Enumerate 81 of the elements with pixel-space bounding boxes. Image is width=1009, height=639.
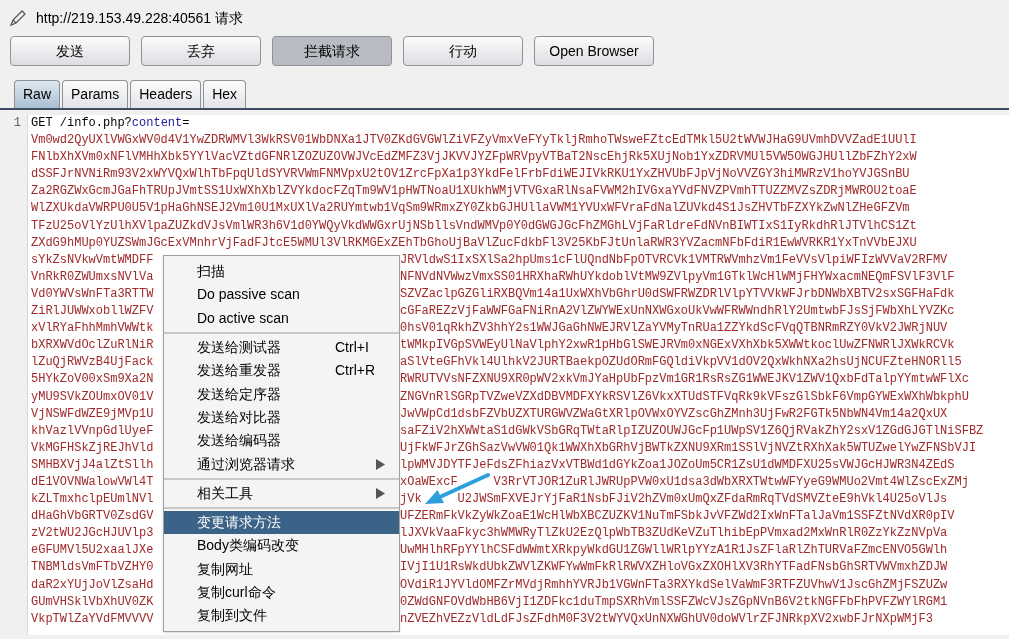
line-number: 1 bbox=[13, 116, 21, 130]
encoded-text-line: lJXVkVaaFkyc3hWMWRyTlZkU2EzQlpWbTB3ZUdKeVZuTlhibEpPVmxad2MxWnRlR0ZzYkZzNVpVa bbox=[400, 525, 948, 543]
encoded-text-line: Vm0wd2QyUXlVWGxWV0d4V1YwZDRWMVl3WkRSV01WbDNXa1JTV0ZKdGVGWlZiVFZyVmxVeFYyTkljRmhoTWsweFZtcEdTMkl5U2tWVWJHaG9UVmhDVVZadE1UUlI bbox=[31, 132, 917, 150]
toolbar-button[interactable]: 拦截请求 bbox=[272, 36, 392, 66]
toolbar-button[interactable]: 发送 bbox=[10, 36, 130, 66]
encoded-text-line: GUmVHSklVbXhUV0ZK bbox=[31, 594, 154, 609]
encoded-text-line: sYkZsNVkwVmtWMDFF bbox=[31, 252, 154, 267]
window-title: http://219.153.49.228:40561 请求 bbox=[36, 8, 244, 28]
encoded-text-line: UwMHlhRFpYYlhCSFdWWmtXRkpyWkdGU1ZGWllWRlpYYzA1R1JsZFlaRlZhTURVaFZmcENVO5GWlh bbox=[400, 542, 948, 560]
encoded-text-line: dE1VOVNWalowVWl4T bbox=[31, 474, 154, 489]
encoded-text-line: JRVldwS1IxSXlSa2hpUms1cFlUQndNbFpOTVRCVk1VMTRWVmhzVm1FeVVsVlpiWFIzWVVaV2RFMV bbox=[400, 251, 948, 269]
menu-item[interactable]: 相关工具 bbox=[164, 481, 399, 505]
encoded-text-line: bXRXWVdOclZuRlNiR bbox=[31, 338, 154, 353]
encoded-text-line: OVdiR1JYVldOMFZrMVdjRmhhYVRJb1VGWnFTa3RXYkdSelVaWmF3RTFZUVhwV1JscGhZMjFSZUZw bbox=[400, 576, 948, 594]
encoded-text-line: Vd0YWVsWnFTa3RTTW bbox=[31, 286, 154, 301]
encoded-text-line: 0hsV01qRkhZV3hhY2s1WWJGaGhNWEJRVlZaYVMyTnRUa1ZZYkdScFVqQTBNRmRZY0VkV2JWRjNUV bbox=[400, 320, 948, 338]
menu-item[interactable]: Do active scan bbox=[164, 306, 399, 330]
encoded-text-line: ZXdG9hMUp0YUZSWmJGcExVMnhrVjFadFJtcE5WMUl3VlRKMGExZEhTbGhoUjBaVlZucFdkbFl3V25KbFJtUnlaRWR3YVZacmNFbFdiR1EwWVRKR1YxTnVVbEJXU bbox=[31, 234, 917, 252]
menu-item[interactable]: 发送给对比器 bbox=[164, 405, 399, 430]
menu-item[interactable]: 变更请求方法 bbox=[164, 510, 399, 535]
menu-item[interactable]: 发送给编码器 bbox=[164, 429, 399, 453]
encoded-text-line: yMU9SVkZOUmxOV01V bbox=[31, 389, 154, 404]
encoded-text-line: RWRUTVVsNFZXNU9XR0pWV2xkVmJYaHpUbFpzVm1GR1RsRsZG1WWEJKV1ZWV1QxbFdTalpYYmtwWFlXc bbox=[400, 371, 969, 389]
toolbar-button[interactable]: Open Browser bbox=[534, 36, 654, 66]
encoded-text-line: nZVEZhVEZzVldLdFJsZFdhM0F3V2tWYVQxUnNXWGhUV0doWVlrZFJNRkpXV2xwbFJrNXpWMjF3 bbox=[400, 610, 933, 628]
encoded-text-line: 0ZWdGNFOVdWbHB6VjI1ZDFkc1duTmpSXRhVmlSSFZWcVJsZGpNVnB6V2tkNGFFbFhPVFZWYlRGM1 bbox=[400, 593, 948, 611]
encoded-text-line: kZLTmxhclpEUmlNVl bbox=[31, 492, 154, 507]
encoded-text-line: dHaGhVbGRTV0ZsdGV bbox=[31, 509, 154, 524]
encoded-text-line: TNBMldsVmFTbVZHY0 bbox=[31, 560, 154, 575]
encoded-text-line: UjFkWFJrZGhSazVwVW01Qk1WWXhXbGRhVjBWTkZXNU9XRm1SSlVjNVZtRXhXak5WTUZwelYwZFNSbVJI bbox=[400, 439, 977, 457]
pencil-icon bbox=[8, 8, 28, 28]
toolbar-button[interactable]: 丢弃 bbox=[141, 36, 261, 66]
encoded-text-line: VkMGFHSkZjREJhVld bbox=[31, 440, 154, 455]
tab[interactable]: Raw bbox=[14, 80, 60, 108]
encoded-text-line: ZNGVnRlSGRpTVZweVZXdDBVMDFXYkRSVlZ6VkxXTUdSTFVqRk9kVFszGlSbkF6VmpGYWExWXhWbkphU bbox=[400, 388, 969, 406]
encoded-text-line: saFZiV2hXWWtaS1dGWkVSbGRqTWtaRlpIZUZOUWJGcFp1UWpSV1Z6QjRVakZhY2sxV1ZGdGJGTlNiSFBZ bbox=[400, 422, 984, 440]
encoded-text-line: lZuQjRWVzB4UjFack bbox=[31, 355, 154, 370]
encoded-text-line: 5HYkZoV00xSm9Xa2N bbox=[31, 372, 154, 387]
menu-item[interactable]: 发送给定序器 bbox=[164, 382, 399, 406]
toolbar-button[interactable]: 行动 bbox=[403, 36, 523, 66]
encoded-text-line: khVazlVVnpGdlUyeF bbox=[31, 423, 154, 438]
encoded-text-line: aSlVteGFhVkl4UlhkV2JURTBaekpOZUdORmFGQldiVkpVV1dOV2QxWkhNXa2hsUjNCUFZteHNORll5 bbox=[400, 354, 962, 372]
encoded-text-line: V3RrVTJOR1ZuRlJWRUpPVW0xU1dsa3dWbXRXTWtwWFYyeG9WMUo2Vmt4WlZscExZMj bbox=[493, 473, 969, 491]
encoded-text-line: dSSFJrNVNiRm93V2xWYVQxWlhTbFpqUldSYVRVWmFNMVpxU2tOV1ZrcFpXa1p3YkdFelFrbFdiWEJIVkRKU1YxZHVUbFJpVjNoVVZGY3hiMWRzV1hoYVJGSnBU bbox=[31, 166, 910, 184]
encoded-text-line: cGFaREZzVjFaWWFGaFNiRnA2VlZWYWExUnNXWGxoUkVwWFRWWndhRlY2UmtwbFJsSjFWbXhLYVZKc bbox=[400, 303, 955, 321]
encoded-text-line: zV2tWU2JGcHJUVlp3 bbox=[31, 526, 154, 541]
encoded-text-fragment: xOaWExcF bbox=[400, 473, 458, 491]
encoded-text-line: JwVWpCd1dsbFZVbUZXTURGWVZWaGtXRlpOVWxOYVZscGhZMnh3UjFwR2FGTk5NbWN4Vm14a2QxUX bbox=[400, 405, 948, 423]
menu-item[interactable]: 复制到文件 bbox=[164, 604, 399, 628]
encoded-text-line: tWMkpIVGpSVWEyUlNaVlphY2xwR1pHbGlSWEJRVm0xNGExVXhXbk5XWWtkoclUwZFNWRlJXWkRCVk bbox=[400, 337, 955, 355]
menu-item[interactable]: Body类编码改变 bbox=[164, 534, 399, 558]
encoded-text-line: VnRkR0ZWUmxsNVlVa bbox=[31, 269, 154, 284]
menu-item[interactable]: Do passive scan bbox=[164, 283, 399, 307]
encoded-text-line: UFZERmFkVkZyWkZoaE1WcHlWbXBCZUZKV1NuTmFSbkJvVFZWd2IxWnFTalJaVm1SSFZtNVdXR0pIV bbox=[400, 508, 955, 526]
encoded-text-line: FNlbXhXVm0xNFlVMHhXbk5YYlVacVZtdGFNRlZOZUZOVWJVcEdZMFZ3VjJKVVJYZFpWRVpyVTBaT2NscEhjRk5XUjNob1YxZDRVMUl5VW5OWGJHUllZbFZhY2xW bbox=[31, 149, 917, 167]
tab[interactable]: Headers bbox=[130, 80, 202, 108]
encoded-text-line: Za2RGZWxGcmJGaFhTRUpJVmtSS1UxWXhXblZVYkdocFZqTm9WV1pHWTNoaU1XUkhWMjVTVGxaRlNsaFVWM2hIVGxaYVdFNVZPVmhTTUZZMVZsZDRjMWROU2toaE bbox=[31, 183, 917, 201]
encoded-text-line: xVlRYaFhhMmhVWWtk bbox=[31, 321, 154, 336]
encoded-text-line: VjNSWFdWZE9jMVp1U bbox=[31, 406, 154, 421]
encoded-text-line: SZVZaclpGZGliRXBQVm14a1UxWXhVbGhrU0dSWFRWZDRlVlpYTVVkWFJrbDNWbXBTV2sxSGFHaFdk bbox=[400, 285, 955, 303]
encoded-text-line: NFNVdNVWwzVmxSS01HRXhaRWhUYkdoblVtMW9ZVlpyVm1GTklWcHlWMjFHYWxacmNEQmFSVlF3VlF bbox=[400, 268, 955, 286]
menu-item[interactable]: 发送给重发器 Ctrl+R bbox=[164, 359, 399, 383]
tab[interactable]: Params bbox=[62, 80, 129, 108]
encoded-text-line: lpWMVJDYTFJeFdsZFhiazVxVTBWd1dGYkZoa1JOZoUm5CR1ZsU1dWMDFXU25sVWJGcHJWR3N4ZEdS bbox=[400, 456, 955, 474]
menu-item[interactable]: 复制curl命令 bbox=[164, 580, 399, 605]
encoded-text-fragment: jVk bbox=[400, 491, 422, 509]
encoded-text-line: U2JWSmFXVEJrYjFaR1NsbFJiV2hZVm0xUmQxZFdaRmRqTVdSMVZteE9hVkl4U25oVlJs bbox=[457, 491, 948, 509]
menu-item[interactable]: 通过浏览器请求 bbox=[164, 452, 399, 476]
encoded-text-line: ZiRlJUWWxobllWZFV bbox=[31, 304, 154, 319]
menu-item[interactable]: 扫描 bbox=[164, 260, 399, 284]
encoded-text-line: SMHBXVjJ4alZtSllh bbox=[31, 457, 154, 472]
encoded-text-line: eGFUMVl5U2xaalJXe bbox=[31, 543, 154, 558]
encoded-text-line: daR2xYUjJoVlZsaHd bbox=[31, 577, 154, 592]
encoded-text-line: WlZXUkdaVWRPU0U5V1pHaGhNSEJ2Vm10U1MxUXlVa2RUYmtwb1VqSm9WRmxZY0ZkbGJHUllaVWM1YVUxWFVraFdNalZUVkd4S1JsZHVTbFZXYkZwNlZHeGFZVm bbox=[31, 200, 910, 218]
encoded-text-line: IVjI1U1RsWkdUbkZWVlZKWFYwWmFkRlRWVXZHloVGxZXOHlXV3RhYTFadFNsbGhSRTVWVmxhZDJW bbox=[400, 559, 948, 577]
menu-item[interactable]: 复制网址 bbox=[164, 557, 399, 581]
menu-item[interactable]: 发送给测试器 Ctrl+I bbox=[164, 335, 399, 360]
request-line: GET /info.php?content= bbox=[31, 115, 191, 132]
encoded-text-line: TFzU25oVlYzUlhXVlpaZUZkdVJsVmlWR3h6V1d0YWQyVkdWWGxrUjNSbllsVndWMVp0Y0dGWGJGcFhZMGhLVjFaRldreFdNVnBIWTIxS1IyRkdhRlJTVlhCS1Zt bbox=[31, 217, 917, 235]
tab[interactable]: Hex bbox=[203, 80, 247, 108]
encoded-text-line: VkpTWlZaYVdFMVVVV bbox=[31, 611, 154, 626]
